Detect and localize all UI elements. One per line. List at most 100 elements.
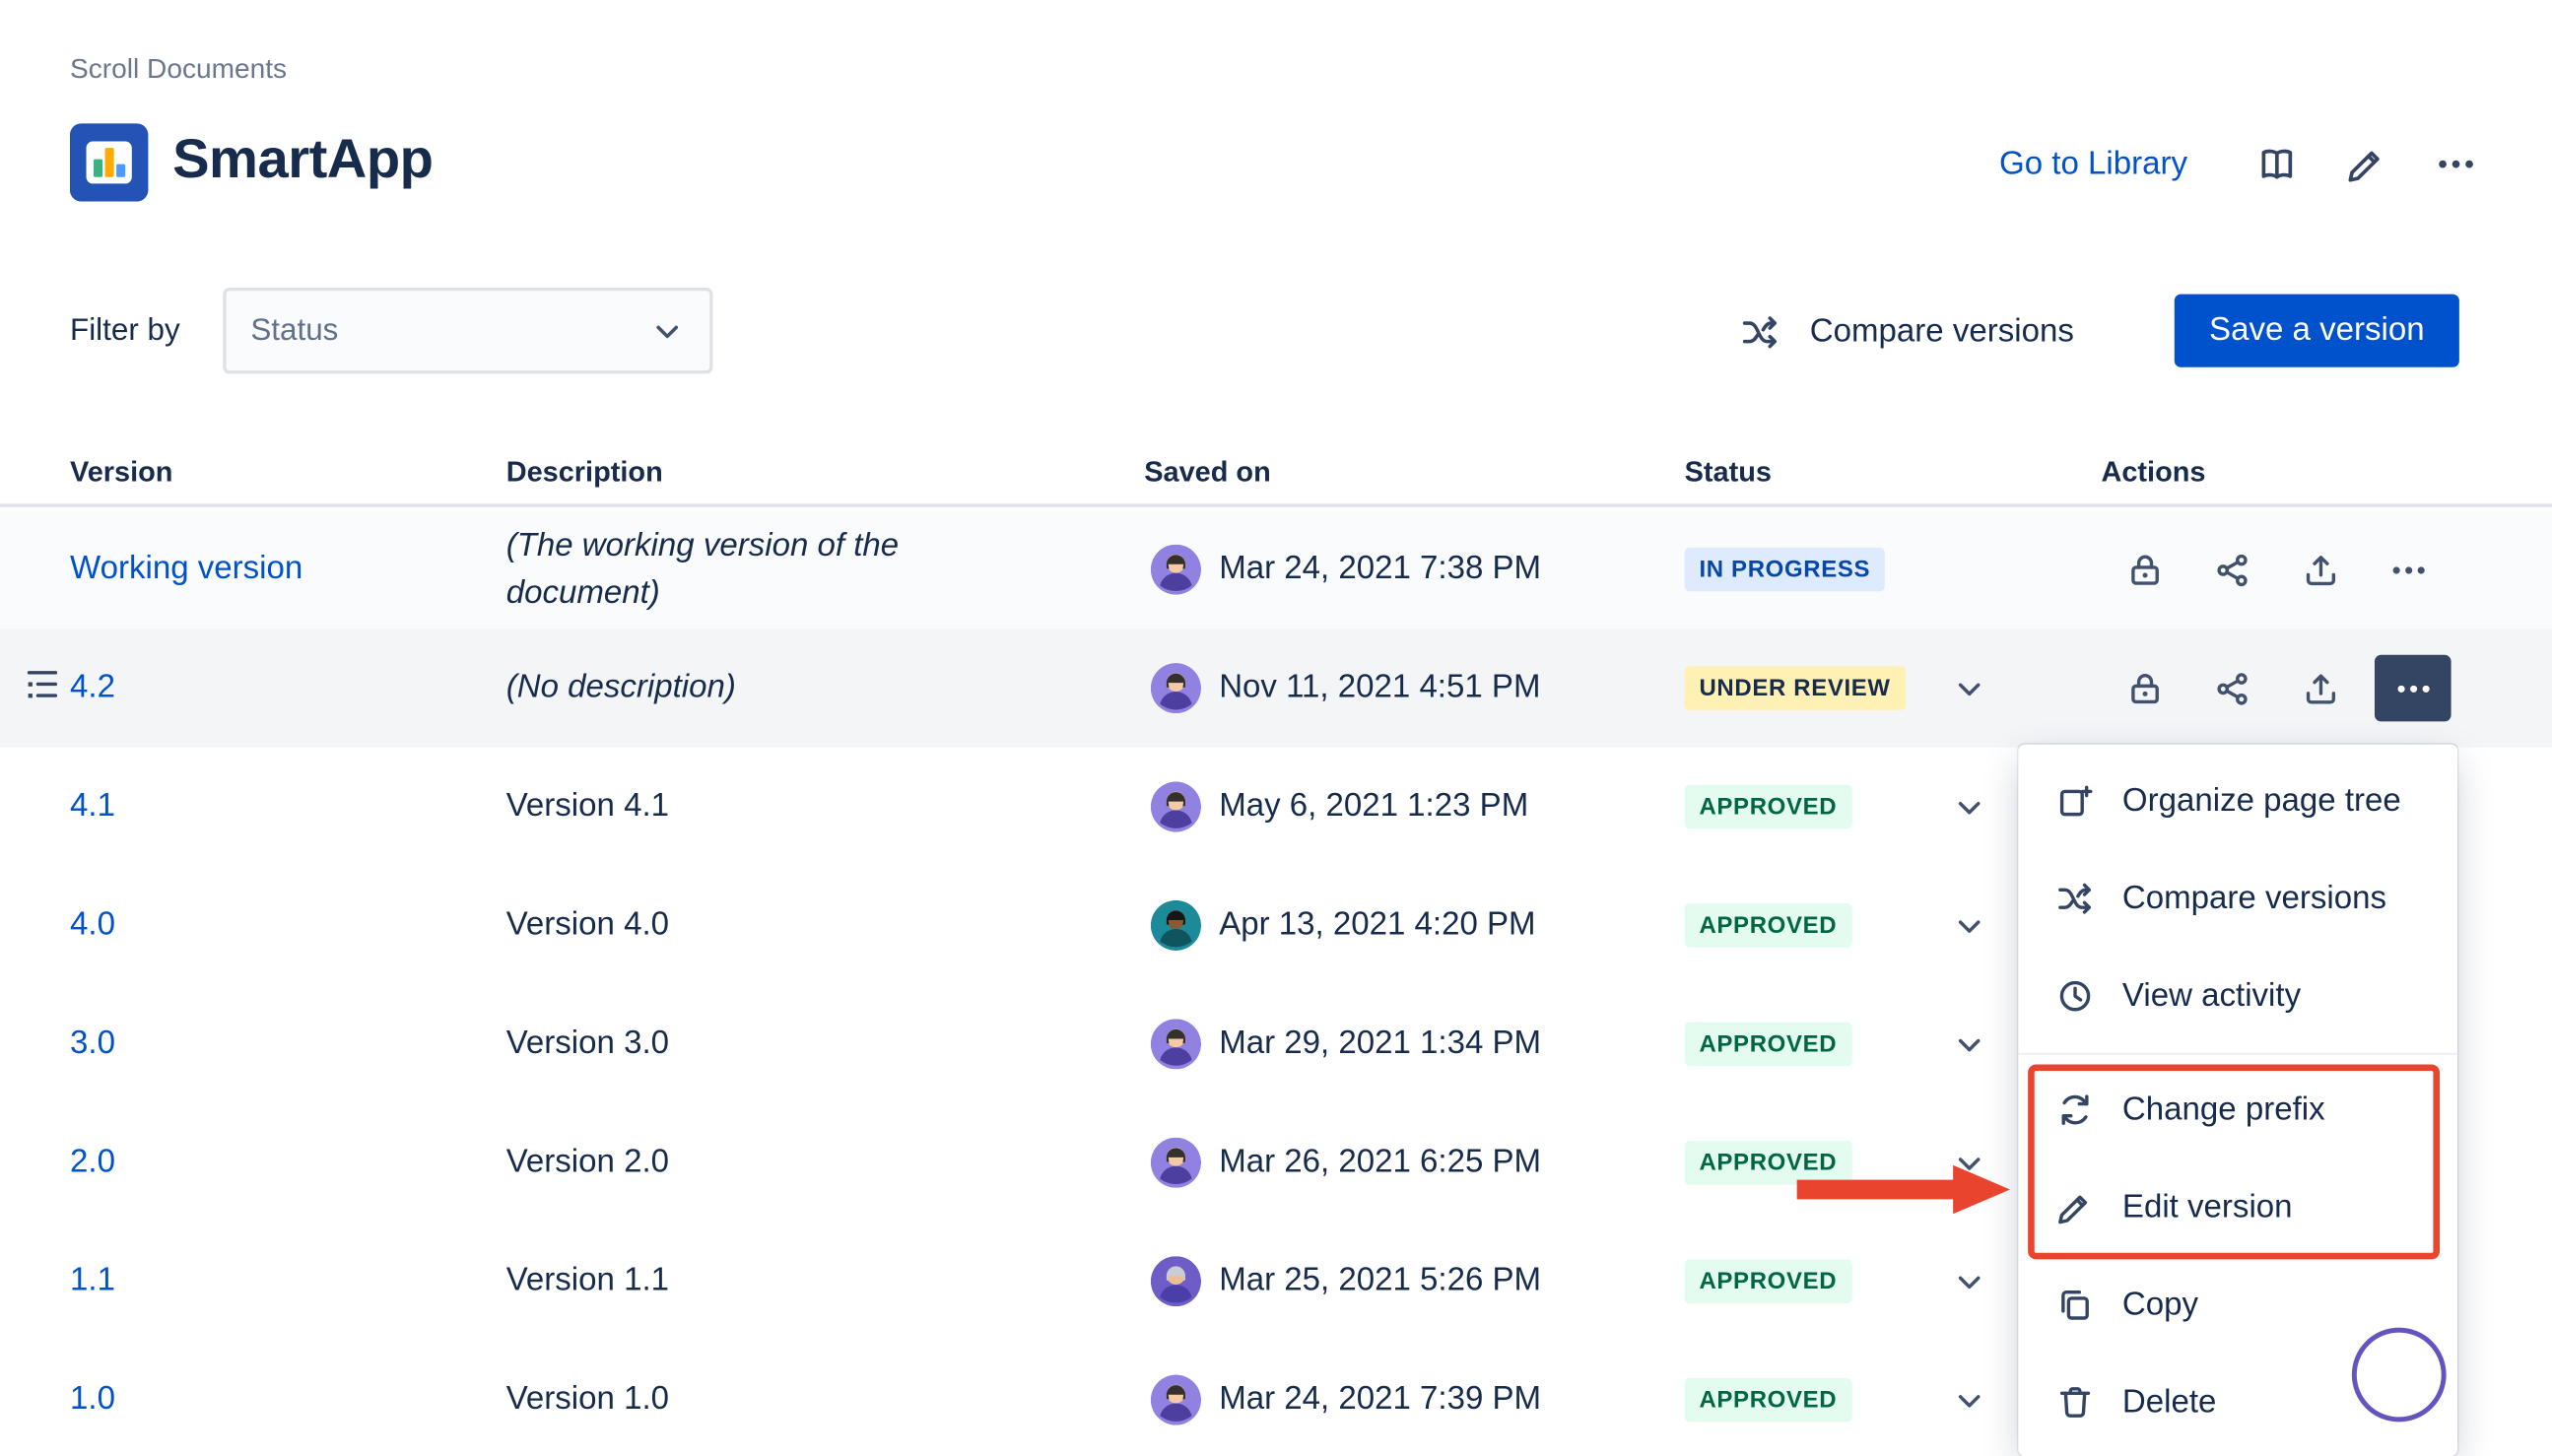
status-badge: APPROVED bbox=[1685, 785, 1851, 829]
more-icon bbox=[2391, 667, 2434, 709]
table-row[interactable]: 4.2 (No description) Nov 11, 2021 4:51 P… bbox=[0, 629, 2552, 747]
saved-on-text: Apr 13, 2021 4:20 PM bbox=[1219, 906, 1535, 944]
menu-item-label: Delete bbox=[2122, 1384, 2216, 1422]
version-link[interactable]: 3.0 bbox=[70, 1026, 115, 1061]
compare-icon bbox=[2054, 878, 2097, 920]
version-description: Version 4.0 bbox=[506, 902, 995, 950]
status-badge: UNDER REVIEW bbox=[1685, 666, 1906, 710]
status-filter-select[interactable]: Status bbox=[223, 288, 712, 373]
app-logo-icon bbox=[70, 123, 148, 201]
version-link[interactable]: 4.2 bbox=[70, 670, 115, 705]
lock-icon[interactable] bbox=[2124, 667, 2167, 709]
menu-item-label: Edit version bbox=[2122, 1189, 2293, 1226]
status-badge: APPROVED bbox=[1685, 1259, 1851, 1303]
saved-on-text: Mar 26, 2021 6:25 PM bbox=[1219, 1144, 1541, 1181]
menu-item-change-prefix[interactable]: Change prefix bbox=[2018, 1061, 2457, 1158]
version-link[interactable]: 2.0 bbox=[70, 1144, 115, 1179]
version-link[interactable]: 1.0 bbox=[70, 1381, 115, 1417]
menu-item-view-activity[interactable]: View activity bbox=[2018, 948, 2457, 1045]
share-icon[interactable] bbox=[2212, 667, 2254, 709]
version-description: (No description) bbox=[506, 665, 995, 712]
row-actions-menu: Organize page tree Compare versions View… bbox=[2018, 744, 2457, 1456]
column-status: Status bbox=[1685, 454, 2102, 489]
menu-item-label: View activity bbox=[2122, 977, 2301, 1015]
chevron-down-icon[interactable] bbox=[1950, 1380, 1989, 1420]
saved-on-text: Mar 25, 2021 5:26 PM bbox=[1219, 1263, 1541, 1300]
menu-item-edit-version[interactable]: Edit version bbox=[2018, 1158, 2457, 1256]
edit-icon bbox=[2054, 1186, 2097, 1228]
avatar bbox=[1151, 1256, 1201, 1306]
version-description: Version 4.1 bbox=[506, 783, 995, 830]
saved-on-text: Mar 29, 2021 1:34 PM bbox=[1219, 1026, 1541, 1063]
column-actions: Actions bbox=[2101, 454, 2552, 489]
share-icon[interactable] bbox=[2212, 549, 2254, 591]
avatar bbox=[1151, 663, 1201, 713]
chevron-down-icon[interactable] bbox=[1950, 1262, 1989, 1301]
version-link[interactable]: 1.1 bbox=[70, 1263, 115, 1298]
table-header: Version Description Saved on Status Acti… bbox=[0, 438, 2552, 506]
column-version: Version bbox=[70, 454, 506, 489]
filter-by-label: Filter by bbox=[70, 313, 180, 349]
trash-icon bbox=[2054, 1381, 2097, 1423]
change-prefix-icon bbox=[2054, 1089, 2097, 1131]
status-badge: APPROVED bbox=[1685, 903, 1851, 948]
saved-on-text: Mar 24, 2021 7:38 PM bbox=[1219, 551, 1541, 588]
avatar bbox=[1151, 781, 1201, 831]
export-icon[interactable] bbox=[2300, 667, 2342, 709]
chevron-down-icon bbox=[647, 311, 687, 351]
menu-item-label: Change prefix bbox=[2122, 1092, 2325, 1129]
menu-item-organize-page-tree[interactable]: Organize page tree bbox=[2018, 753, 2457, 850]
go-to-library-link[interactable]: Go to Library bbox=[1999, 146, 2187, 183]
clock-icon bbox=[2054, 975, 2097, 1018]
table-row[interactable]: Working version (The working version of … bbox=[0, 510, 2552, 629]
more-icon[interactable] bbox=[2433, 142, 2478, 187]
version-description: Version 1.1 bbox=[506, 1258, 995, 1305]
book-icon[interactable] bbox=[2254, 142, 2300, 187]
compare-versions-button[interactable]: Compare versions bbox=[1738, 308, 2074, 354]
version-link[interactable]: Working version bbox=[70, 551, 302, 586]
menu-item-delete[interactable]: Delete bbox=[2018, 1354, 2457, 1451]
menu-item-copy[interactable]: Copy bbox=[2018, 1256, 2457, 1354]
status-badge: IN PROGRESS bbox=[1685, 548, 1885, 592]
chevron-down-icon[interactable] bbox=[1950, 669, 1989, 708]
compare-icon bbox=[1738, 309, 1782, 354]
organize-page-tree-icon bbox=[2054, 780, 2097, 823]
avatar bbox=[1151, 900, 1201, 951]
menu-divider bbox=[2018, 1052, 2457, 1054]
avatar bbox=[1151, 1138, 1201, 1188]
chevron-down-icon[interactable] bbox=[1950, 1143, 1989, 1182]
saved-on-text: Nov 11, 2021 4:51 PM bbox=[1219, 670, 1540, 707]
edit-icon[interactable] bbox=[2344, 142, 2389, 187]
version-description: (The working version of the document) bbox=[506, 522, 971, 617]
column-saved-on: Saved on bbox=[1144, 454, 1684, 489]
breadcrumb[interactable]: Scroll Documents bbox=[70, 53, 287, 86]
status-badge: APPROVED bbox=[1685, 1023, 1851, 1067]
export-icon[interactable] bbox=[2300, 549, 2342, 591]
menu-item-label: Organize page tree bbox=[2122, 782, 2401, 820]
menu-item-label: Compare versions bbox=[2122, 880, 2386, 917]
avatar bbox=[1151, 545, 1201, 595]
status-filter-value: Status bbox=[250, 313, 647, 349]
version-description: Version 1.0 bbox=[506, 1376, 995, 1423]
avatar bbox=[1151, 1019, 1201, 1069]
status-badge: APPROVED bbox=[1685, 1378, 1851, 1423]
status-badge: APPROVED bbox=[1685, 1141, 1851, 1185]
avatar bbox=[1151, 1375, 1201, 1425]
version-link[interactable]: 4.1 bbox=[70, 788, 115, 824]
row-more-button-active[interactable] bbox=[2375, 655, 2451, 722]
chevron-down-icon[interactable] bbox=[1950, 1025, 1989, 1064]
lock-icon[interactable] bbox=[2124, 549, 2167, 591]
saved-on-text: May 6, 2021 1:23 PM bbox=[1219, 788, 1528, 826]
compare-versions-label: Compare versions bbox=[1810, 313, 2074, 351]
page-tree-icon[interactable] bbox=[21, 663, 63, 705]
chevron-down-icon[interactable] bbox=[1950, 906, 1989, 946]
save-version-button[interactable]: Save a version bbox=[2175, 295, 2459, 367]
version-description: Version 3.0 bbox=[506, 1021, 995, 1068]
version-description: Version 2.0 bbox=[506, 1139, 995, 1186]
row-more-icon[interactable] bbox=[2387, 549, 2430, 591]
column-description: Description bbox=[506, 454, 1145, 489]
scroll-documents-page: Scroll Documents SmartApp Go to Library … bbox=[0, 0, 2552, 1456]
chevron-down-icon[interactable] bbox=[1950, 787, 1989, 827]
version-link[interactable]: 4.0 bbox=[70, 906, 115, 942]
menu-item-compare-versions[interactable]: Compare versions bbox=[2018, 850, 2457, 948]
